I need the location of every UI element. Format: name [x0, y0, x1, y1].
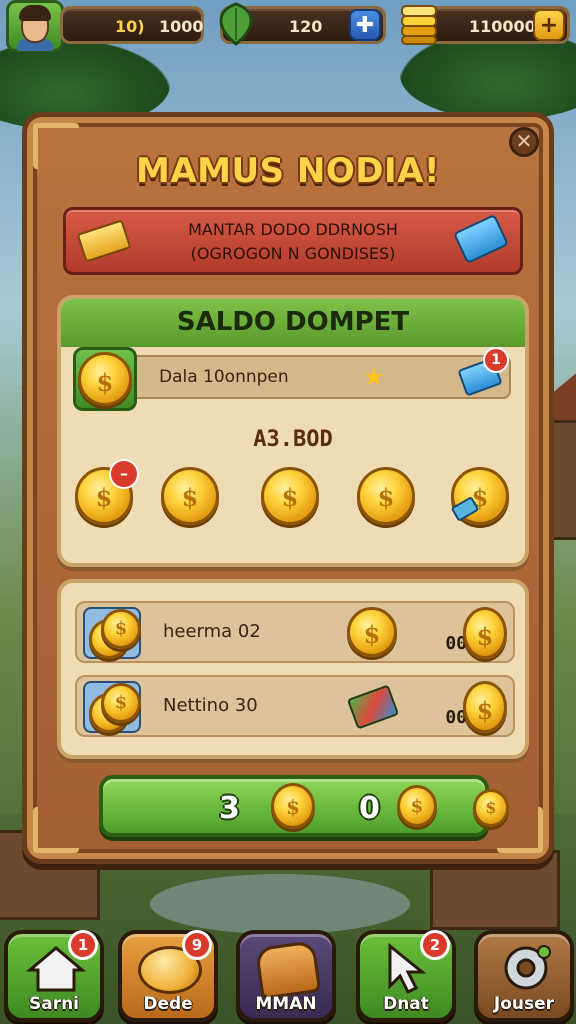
stat-value-1: 10) [115, 17, 145, 36]
resource-topbar: 10) 1000 120 ✚ 110000 + [0, 0, 576, 52]
history-row[interactable]: $ $ heerma 02 $ 00 $ [75, 601, 515, 663]
transaction-history: $ $ heerma 02 $ 00 $ $ $ Nettino 30 00 $ [57, 579, 529, 759]
nav-button-home[interactable]: 1 Sarni [4, 930, 104, 1022]
plus-icon[interactable]: + [533, 9, 565, 41]
collect-button[interactable]: 3 $ 0 $ [99, 775, 489, 837]
player-avatar[interactable] [6, 0, 64, 52]
close-icon[interactable]: ✕ [509, 127, 539, 157]
coin-icon: $ [463, 681, 507, 733]
nav-button-main[interactable]: MMAN [236, 930, 336, 1022]
nav-label: Dede [143, 994, 193, 1014]
nav-label: Jouser [493, 994, 555, 1014]
wallet-coin-badge: $ [73, 347, 137, 411]
leaf-value: 120 [289, 17, 323, 36]
gear-icon [504, 945, 551, 990]
coin-icon: $ [101, 683, 141, 723]
puzzle-icon[interactable]: ✚ [349, 9, 381, 41]
action-left-value: 3 [219, 791, 240, 826]
nav-badge: 2 [420, 930, 450, 960]
coin-value: 110000 [469, 17, 536, 36]
remove-badge-icon[interactable]: – [109, 459, 139, 489]
history-label: heerma 02 [163, 621, 261, 642]
coin-icon: $ [271, 783, 315, 829]
nav-badge: 9 [182, 930, 212, 960]
map-card-icon [346, 684, 400, 730]
nav-label: Dnat [383, 994, 429, 1014]
coin-icon[interactable]: $ [161, 467, 219, 525]
history-label: Nettino 30 [163, 695, 258, 716]
banner-line-1: MANTAR DODO DDRNOSH [188, 220, 398, 239]
wallet-row[interactable]: Dala 10onnpen ★ 1 [111, 347, 511, 399]
wallet-header: SALDO DOMPET [61, 299, 525, 347]
nav-button-cursor[interactable]: 2 Dnat [356, 930, 456, 1022]
badge-coin-icon: $ [78, 352, 132, 406]
nav-badge: 1 [68, 930, 98, 960]
avatar-hair [19, 5, 51, 21]
history-row[interactable]: $ $ Nettino 30 00 $ [75, 675, 515, 737]
panel-corner-bl [33, 807, 79, 853]
nav-button-egg[interactable]: 9 Dede [118, 930, 218, 1022]
coin-icon: $ [347, 607, 397, 657]
leaf-gem-icon [219, 2, 253, 46]
banner-line-2: (OGROGON N GONDISES) [190, 244, 396, 263]
dirt-path [150, 874, 410, 934]
stat-value-2: 1000 [159, 17, 204, 36]
coin-icon: $ [397, 785, 437, 827]
nav-label: Sarni [28, 994, 80, 1014]
wallet-panel: MAMUS NODIA! ✕ MANTAR DODO DDRNOSH (OGRO… [22, 112, 554, 864]
coin-icon[interactable]: $ [261, 467, 319, 525]
wallet-title: SALDO DOMPET [176, 307, 410, 337]
coin-icon: $ [463, 607, 507, 659]
coin-icon: $ [101, 609, 141, 649]
wallet-row-badge: 1 [483, 347, 509, 373]
wallet-amount: A3.BOD [253, 427, 333, 452]
coin-icon: $ [473, 789, 509, 827]
action-right-value: 0 [359, 791, 380, 826]
info-banner: MANTAR DODO DDRNOSH (OGROGON N GONDISES) [63, 207, 523, 275]
stat-pill: 10) 1000 [60, 6, 204, 44]
coin-stack-icon [401, 5, 437, 45]
coin-icon[interactable]: $ [357, 467, 415, 525]
wallet-balance-card: SALDO DOMPET Dala 10onnpen ★ 1 $ A3.BOD … [57, 295, 529, 567]
cash-coins-icon: $ $ [83, 607, 141, 659]
cash-coins-icon: $ $ [83, 681, 141, 733]
wallet-row-label: Dala 10onnpen [159, 367, 289, 387]
panel-title: MAMUS NODIA! [136, 151, 440, 191]
nav-label: MMAN [255, 994, 317, 1014]
star-icon: ★ [363, 363, 385, 391]
nav-button-settings[interactable]: Jouser [474, 930, 574, 1022]
hands-icon [254, 940, 322, 1000]
